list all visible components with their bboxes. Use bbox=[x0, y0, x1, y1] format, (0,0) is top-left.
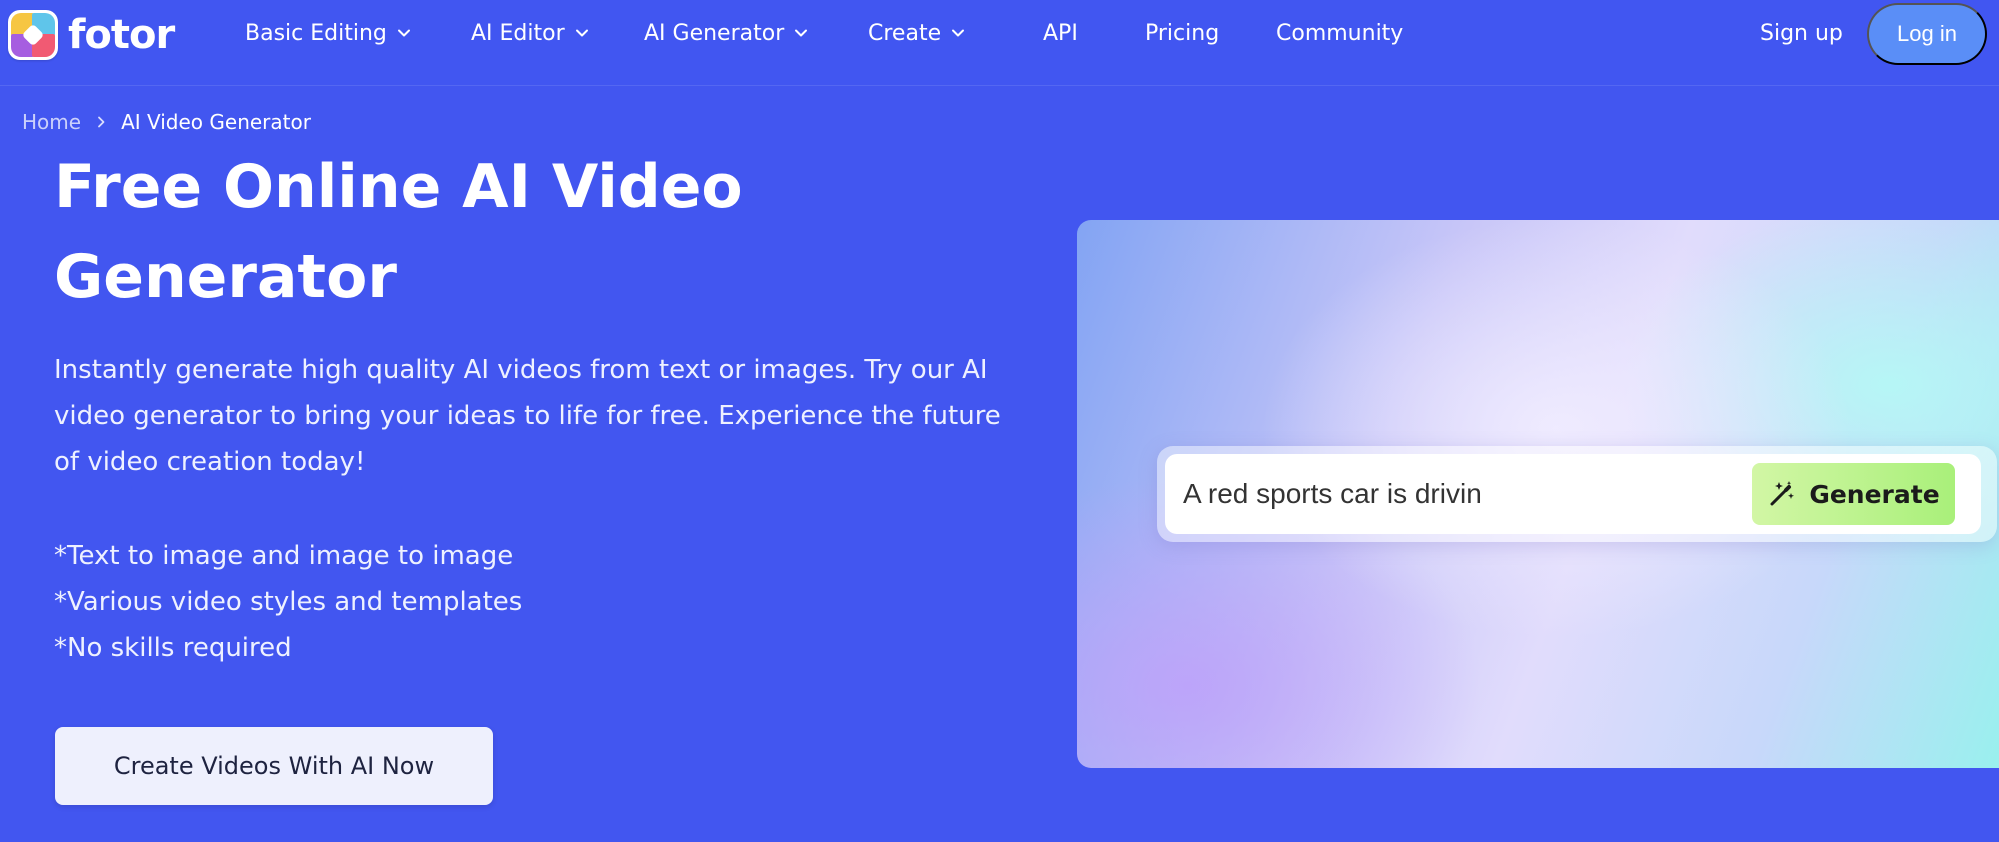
nav-ai-editor[interactable]: AI Editor bbox=[471, 18, 589, 48]
create-videos-cta-button[interactable]: Create Videos With AI Now bbox=[55, 727, 493, 805]
page-title-line-1: Free Online AI Video bbox=[54, 152, 743, 222]
log-in-button[interactable]: Log in bbox=[1867, 3, 1987, 65]
prompt-box: Generate bbox=[1165, 454, 1981, 534]
nav-community[interactable]: Community bbox=[1276, 18, 1403, 48]
nav-pricing[interactable]: Pricing bbox=[1145, 18, 1219, 48]
feature-item: *Text to image and image to image bbox=[54, 541, 514, 571]
nav-create-label: Create bbox=[868, 20, 942, 46]
page-title: Free Online AI Video Generator bbox=[54, 142, 954, 322]
chevron-down-icon bbox=[795, 29, 808, 37]
page-title-line-2: Generator bbox=[54, 242, 397, 312]
breadcrumb: Home AI Video Generator bbox=[22, 108, 311, 136]
feature-item: *No skills required bbox=[54, 633, 292, 663]
nav-community-label: Community bbox=[1276, 20, 1404, 46]
nav-ai-editor-label: AI Editor bbox=[471, 20, 565, 46]
chevron-down-icon bbox=[397, 29, 410, 37]
breadcrumb-home-link[interactable]: Home bbox=[22, 110, 81, 134]
nav-create[interactable]: Create bbox=[868, 18, 965, 48]
prompt-input[interactable] bbox=[1183, 474, 1743, 514]
nav-ai-generator[interactable]: AI Generator bbox=[644, 18, 808, 48]
chevron-down-icon bbox=[952, 29, 965, 37]
nav-pricing-label: Pricing bbox=[1145, 20, 1220, 46]
generator-preview-panel: Generate bbox=[1077, 220, 1999, 768]
feature-list: *Text to image and image to image *Vario… bbox=[54, 533, 754, 671]
nav-api-label: API bbox=[1043, 20, 1078, 46]
nav-ai-generator-label: AI Generator bbox=[644, 20, 785, 46]
chevron-down-icon bbox=[575, 29, 588, 37]
main-nav: Basic Editing AI Editor AI Generator Cre… bbox=[0, 0, 1999, 66]
feature-item: *Various video styles and templates bbox=[54, 587, 523, 617]
nav-basic-editing[interactable]: Basic Editing bbox=[245, 18, 411, 48]
generate-button-label: Generate bbox=[1809, 479, 1940, 509]
sign-up-link[interactable]: Sign up bbox=[1760, 18, 1843, 48]
nav-basic-editing-label: Basic Editing bbox=[245, 20, 387, 46]
top-navbar: fotor Basic Editing AI Editor AI Generat… bbox=[0, 0, 1999, 86]
prompt-bar: Generate bbox=[1157, 446, 1997, 542]
magic-wand-icon bbox=[1770, 481, 1795, 506]
breadcrumb-current: AI Video Generator bbox=[121, 110, 311, 134]
nav-api[interactable]: API bbox=[1043, 18, 1078, 48]
chevron-right-icon bbox=[98, 116, 105, 128]
hero-description: Instantly generate high quality AI video… bbox=[54, 355, 1001, 477]
generate-button[interactable]: Generate bbox=[1752, 463, 1955, 525]
